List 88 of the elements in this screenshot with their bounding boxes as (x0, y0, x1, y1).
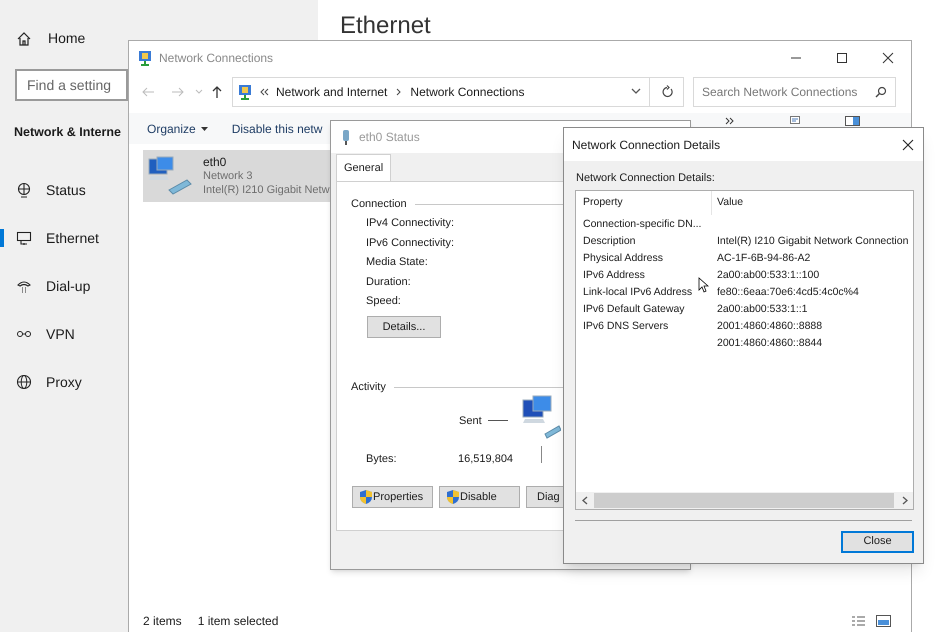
more-icon[interactable] (725, 117, 734, 125)
preview-pane-icon[interactable] (845, 116, 860, 126)
details-button[interactable]: Details... (367, 316, 441, 338)
search-field[interactable]: Search Network Connections (702, 82, 875, 100)
search-icon (875, 86, 887, 98)
network-adapter-icon (147, 156, 193, 196)
dialog-button[interactable]: Disable (439, 486, 520, 508)
breadcrumb-link[interactable]: Network Connections (410, 82, 524, 100)
home-link[interactable]: Home (48, 28, 86, 49)
network-name: Network 3 (203, 169, 254, 183)
breadcrumb-link[interactable]: Network and Internet (276, 82, 388, 100)
network-folder-icon (237, 84, 253, 100)
property-cell: IPv6 DNS Servers (583, 320, 668, 332)
scroll-right-icon[interactable] (902, 496, 908, 504)
property-cell: IPv6 Address (583, 269, 645, 282)
property-cell: Physical Address (583, 252, 663, 264)
proxy-icon (16, 374, 32, 390)
close-icon[interactable] (882, 52, 894, 64)
shield-icon (446, 489, 460, 505)
field-label: Duration: (366, 274, 411, 290)
value-cell: fe80::6eaa:70e6:4cd5:4c0c%4 (717, 286, 859, 298)
field-label: IPv6 Connectivity: (366, 236, 454, 250)
network-folder-icon (137, 50, 153, 66)
tab[interactable]: General (336, 154, 392, 181)
bytes-sent: 16,519,804 (458, 452, 514, 467)
close-icon[interactable] (902, 138, 914, 150)
scrollbar-thumb[interactable] (594, 492, 894, 508)
nav-item[interactable]: Proxy (0, 364, 128, 400)
value-cell: 2001:4860:4860::8888 (717, 320, 822, 332)
home-icon (16, 30, 32, 46)
toolbar-button[interactable]: Organize (147, 114, 208, 142)
up-icon[interactable] (211, 84, 223, 98)
mouse-pointer-icon (698, 276, 709, 292)
dialog-button[interactable]: Properties (352, 486, 433, 508)
property-cell: Link-local IPv6 Address (583, 286, 692, 298)
connection-name: eth0 (203, 155, 228, 169)
value-cell: 2a00:ab00:533:1::1 (717, 303, 808, 316)
selection-count: 1 item selected (198, 613, 278, 630)
value-cell: AC-1F-6B-94-86-A2 (717, 252, 810, 264)
shield-icon (359, 489, 373, 505)
property-cell: Description (583, 235, 636, 248)
item-count: 2 items (143, 613, 182, 630)
computer-icon (521, 394, 561, 439)
window-title: Network Connections (159, 50, 274, 66)
connection-item[interactable]: eth0 Network 3 Intel(R) I210 Gigabit Netw (143, 150, 331, 202)
ethernet-plug-icon (341, 129, 351, 145)
field-label: Media State: (366, 255, 428, 270)
value-cell: Intel(R) I210 Gigabit Network Connection (717, 235, 908, 248)
bytes-label: Bytes: (366, 452, 397, 467)
toolbar-button[interactable]: Disable this netw (232, 114, 322, 142)
ethernet-icon (16, 230, 32, 246)
dialog-title: Network Connection Details (572, 136, 720, 154)
column-header[interactable]: Value (712, 194, 744, 210)
list-label: Network Connection Details: (576, 171, 715, 186)
overflow-chevron-icon (259, 88, 269, 96)
page-title: Ethernet (340, 11, 431, 41)
nav-item[interactable]: Status (0, 172, 128, 208)
section-title: Network & Interne (14, 124, 121, 141)
dialog-title: eth0 Status (359, 129, 420, 146)
field-label: IPv4 Connectivity: (366, 216, 454, 231)
search-box[interactable]: Search Network Connections (693, 76, 896, 106)
scroll-left-icon[interactable] (582, 496, 588, 504)
search-field[interactable]: Find a setting (15, 69, 128, 101)
nav-item[interactable]: VPN (0, 316, 128, 352)
status-icon (16, 182, 32, 198)
nav-item[interactable]: Dial-up (0, 268, 128, 304)
close-button[interactable]: Close (841, 530, 914, 552)
property-cell: IPv6 Default Gateway (583, 303, 685, 316)
nav-item[interactable]: Ethernet (0, 220, 128, 256)
group-title: Activity (351, 380, 386, 395)
property-cell: Connection-specific DN... (583, 218, 702, 230)
dropdown-icon[interactable] (631, 88, 641, 95)
maximize-icon[interactable] (836, 52, 848, 64)
address-bar[interactable]: Network and Internet Network Connections (232, 76, 650, 106)
column-header[interactable]: Property (576, 190, 712, 214)
value-cell: 2001:4860:4860::8844 (717, 337, 822, 350)
breadcrumb-separator-icon (395, 88, 402, 96)
horizontal-scrollbar[interactable] (576, 492, 913, 508)
field-label: Speed: (366, 294, 401, 309)
caret-icon (200, 126, 208, 130)
large-icons-view-icon[interactable] (876, 615, 891, 627)
adapter-name: Intel(R) I210 Gigabit Netw (203, 183, 330, 197)
group-title: Connection (351, 197, 407, 212)
sent-label: Sent (459, 414, 482, 429)
refresh-button[interactable] (650, 76, 684, 106)
details-view-icon[interactable] (851, 615, 866, 627)
value-cell: 2a00:ab00:533:1::100 (717, 269, 820, 282)
refresh-icon (660, 85, 672, 98)
